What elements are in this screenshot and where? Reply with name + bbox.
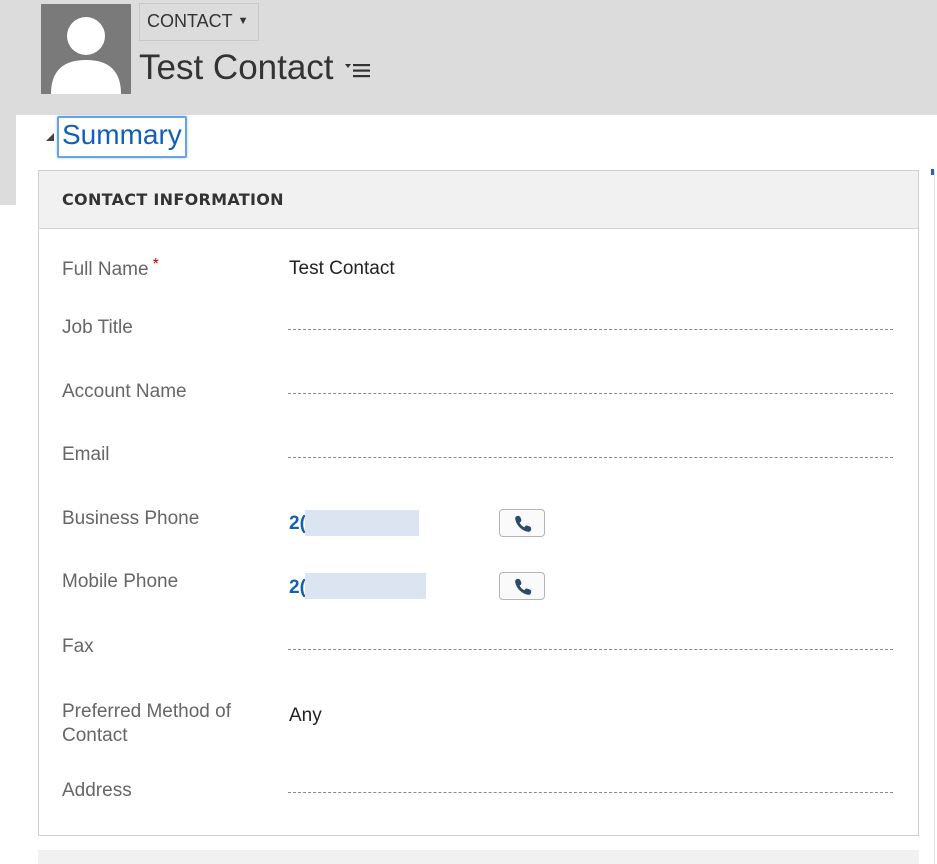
mobile-phone-link[interactable]: 2( bbox=[289, 576, 306, 600]
phone-icon bbox=[515, 515, 532, 532]
business-phone-call-button[interactable] bbox=[499, 509, 545, 537]
preferred-method-label: Preferred Method of Contact bbox=[62, 701, 231, 746]
business-phone-link[interactable]: 2( bbox=[289, 512, 306, 536]
next-section-header bbox=[38, 850, 919, 864]
chevron-down-icon: ▼ bbox=[237, 15, 249, 27]
section-header: CONTACT INFORMATION bbox=[39, 171, 918, 229]
address-field[interactable] bbox=[288, 792, 893, 793]
side-panel-divider bbox=[934, 170, 935, 864]
full-name-label: Full Name * bbox=[62, 253, 262, 282]
redacted-mobile-phone bbox=[305, 573, 426, 599]
redacted-business-phone bbox=[305, 510, 419, 536]
required-indicator: * bbox=[152, 256, 159, 273]
address-label: Address bbox=[62, 780, 132, 801]
header-left-strip bbox=[0, 115, 16, 205]
mobile-phone-label: Mobile Phone bbox=[62, 571, 179, 592]
email-field[interactable] bbox=[288, 457, 893, 458]
fax-label: Fax bbox=[62, 636, 94, 657]
account-name-label: Account Name bbox=[62, 381, 187, 402]
entity-selector-button[interactable]: CONTACT ▼ bbox=[139, 3, 259, 41]
user-silhouette-icon bbox=[41, 4, 131, 94]
preferred-method-field[interactable]: Any bbox=[289, 704, 322, 728]
job-title-label: Job Title bbox=[62, 317, 133, 338]
triangle-expanded-icon bbox=[46, 133, 54, 141]
job-title-field[interactable] bbox=[288, 329, 893, 330]
full-name-field[interactable]: Test Contact bbox=[289, 257, 395, 281]
tab-summary[interactable]: Summary bbox=[57, 116, 187, 158]
record-menu-button[interactable] bbox=[343, 56, 373, 84]
account-name-field[interactable] bbox=[288, 393, 893, 394]
contact-information-section: CONTACT INFORMATION Full Name * Test Cont… bbox=[38, 170, 919, 836]
business-phone-label: Business Phone bbox=[62, 508, 200, 529]
menu-icon bbox=[345, 64, 370, 78]
entity-label: CONTACT bbox=[147, 11, 233, 31]
page-title: Test Contact bbox=[139, 48, 334, 87]
tab-collapse-toggle[interactable] bbox=[44, 130, 56, 144]
full-name-label-text: Full Name bbox=[62, 259, 149, 280]
avatar[interactable] bbox=[41, 4, 131, 94]
mobile-phone-call-button[interactable] bbox=[499, 572, 545, 600]
email-label: Email bbox=[62, 444, 110, 465]
phone-icon bbox=[515, 578, 532, 595]
fax-field[interactable] bbox=[288, 649, 893, 650]
